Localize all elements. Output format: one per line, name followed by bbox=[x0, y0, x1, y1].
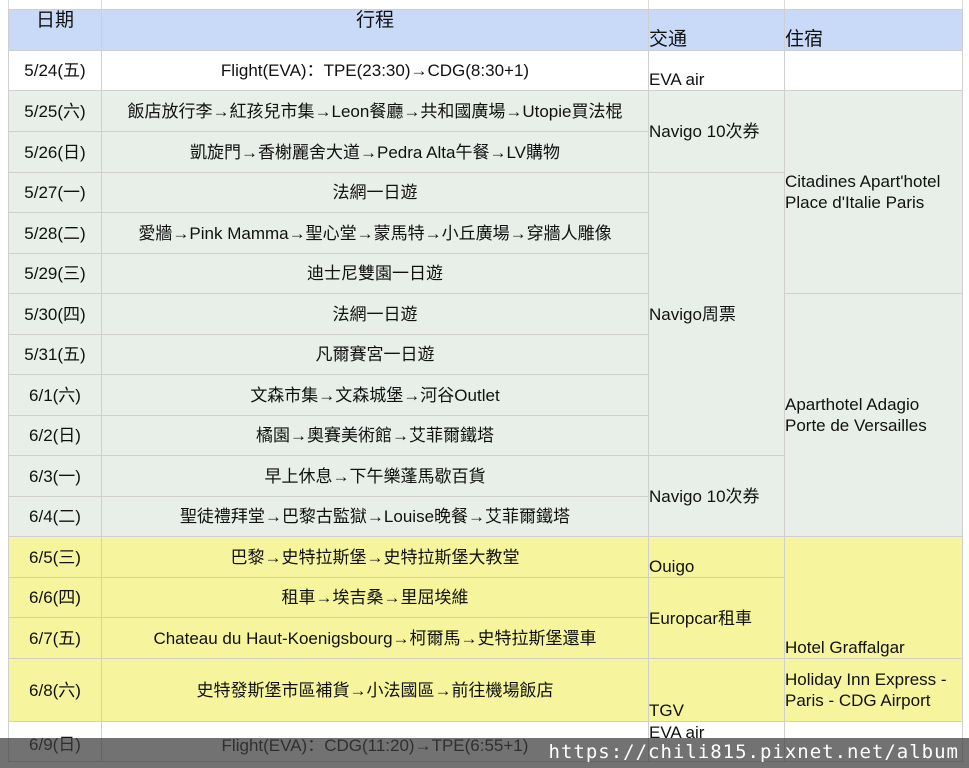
date-cell[interactable]: 5/27(一) bbox=[8, 172, 102, 213]
watermark-bar: https://chili815.pixnet.net/album bbox=[0, 738, 969, 768]
header-row: 日期 行程 交通 住宿 bbox=[8, 9, 963, 51]
itinerary-cell[interactable]: 橘園→奧賽美術館→艾菲爾鐵塔 bbox=[101, 415, 649, 456]
transport-cell[interactable]: EVA air bbox=[648, 50, 785, 91]
lodging-cell[interactable]: Holiday Inn Express - Paris - CDG Airpor… bbox=[784, 658, 963, 722]
top-strip bbox=[0, 0, 969, 9]
transport-cell[interactable]: Europcar租車 bbox=[648, 577, 785, 659]
table-row: 6/8(六) 史特發斯堡市區補貨→小法國區→前往機場飯店 TGV Holiday… bbox=[8, 658, 963, 722]
itinerary-cell[interactable]: 凡爾賽宮一日遊 bbox=[101, 334, 649, 375]
itinerary-cell[interactable]: 早上休息→下午樂蓬馬歇百貨 bbox=[101, 455, 649, 497]
itinerary-cell[interactable]: 史特發斯堡市區補貨→小法國區→前往機場飯店 bbox=[101, 658, 649, 722]
date-cell[interactable]: 6/3(一) bbox=[8, 455, 102, 497]
date-cell[interactable]: 5/30(四) bbox=[8, 293, 102, 335]
itinerary-cell[interactable]: 愛牆→Pink Mamma→聖心堂→蒙馬特→小丘廣場→穿牆人雕像 bbox=[101, 212, 649, 254]
header-lodging[interactable]: 住宿 bbox=[784, 9, 963, 51]
date-cell[interactable]: 6/6(四) bbox=[8, 577, 102, 618]
transport-cell[interactable]: Navigo 10次券 bbox=[648, 455, 785, 537]
itinerary-table: 日期 行程 交通 住宿 5/24(五) Flight(EVA)：TPE(23:3… bbox=[8, 9, 963, 762]
date-cell[interactable]: 5/29(三) bbox=[8, 253, 102, 294]
itinerary-cell[interactable]: 聖徒禮拜堂→巴黎古監獄→Louise晚餐→艾菲爾鐵塔 bbox=[101, 496, 649, 537]
date-cell[interactable]: 5/24(五) bbox=[8, 50, 102, 91]
itinerary-cell[interactable]: 法網一日遊 bbox=[101, 172, 649, 213]
date-cell[interactable]: 6/7(五) bbox=[8, 617, 102, 659]
date-cell[interactable]: 6/2(日) bbox=[8, 415, 102, 456]
date-cell[interactable]: 5/28(二) bbox=[8, 212, 102, 254]
transport-cell[interactable]: TGV bbox=[648, 658, 785, 722]
itinerary-cell[interactable]: 租車→埃吉桑→里屈埃維 bbox=[101, 577, 649, 618]
lodging-cell[interactable] bbox=[784, 50, 963, 91]
table-row: 5/24(五) Flight(EVA)：TPE(23:30)→CDG(8:30+… bbox=[8, 50, 963, 91]
table-row: 5/25(六) 飯店放行李→紅孩兒市集→Leon餐廳→共和國廣場→Utopie買… bbox=[8, 90, 963, 294]
header-transport[interactable]: 交通 bbox=[648, 9, 785, 51]
lodging-cell[interactable]: Aparthotel Adagio Porte de Versailles bbox=[784, 293, 963, 537]
itinerary-cell[interactable]: 巴黎→史特拉斯堡→史特拉斯堡大教堂 bbox=[101, 536, 649, 578]
watermark-text: https://chili815.pixnet.net/album bbox=[548, 741, 959, 763]
itinerary-cell[interactable]: 凱旋門→香榭麗舍大道→Pedra Alta午餐→LV購物 bbox=[101, 131, 649, 173]
date-cell[interactable]: 6/8(六) bbox=[8, 658, 102, 722]
date-cell[interactable]: 6/1(六) bbox=[8, 374, 102, 416]
transport-cell[interactable]: Ouigo bbox=[648, 536, 785, 578]
itinerary-cell[interactable]: 飯店放行李→紅孩兒市集→Leon餐廳→共和國廣場→Utopie買法棍 bbox=[101, 90, 649, 132]
date-cell[interactable]: 5/26(日) bbox=[8, 131, 102, 173]
date-cell[interactable]: 6/5(三) bbox=[8, 536, 102, 578]
header-itinerary[interactable]: 行程 bbox=[101, 9, 649, 51]
itinerary-cell[interactable]: Flight(EVA)：TPE(23:30)→CDG(8:30+1) bbox=[101, 50, 649, 91]
date-cell[interactable]: 5/31(五) bbox=[8, 334, 102, 375]
date-cell[interactable]: 5/25(六) bbox=[8, 90, 102, 132]
table-row: 5/30(四) 法網一日遊 Aparthotel Adagio Porte de… bbox=[8, 293, 963, 537]
lodging-cell[interactable]: Citadines Apart'hotel Place d'Italie Par… bbox=[784, 90, 963, 294]
transport-cell[interactable]: Navigo 10次券 bbox=[648, 90, 785, 173]
itinerary-cell[interactable]: 迪士尼雙園一日遊 bbox=[101, 253, 649, 294]
itinerary-cell[interactable]: Chateau du Haut-Koenigsbourg→柯爾馬→史特拉斯堡還車 bbox=[101, 617, 649, 659]
table-row: 6/5(三) 巴黎→史特拉斯堡→史特拉斯堡大教堂 Ouigo Hotel Gra… bbox=[8, 536, 963, 659]
itinerary-cell[interactable]: 法網一日遊 bbox=[101, 293, 649, 335]
date-cell[interactable]: 6/4(二) bbox=[8, 496, 102, 537]
lodging-cell[interactable]: Hotel Graffalgar bbox=[784, 536, 963, 659]
header-date[interactable]: 日期 bbox=[8, 9, 102, 51]
transport-cell[interactable]: Navigo周票 bbox=[648, 172, 785, 456]
itinerary-cell[interactable]: 文森市集→文森城堡→河谷Outlet bbox=[101, 374, 649, 416]
